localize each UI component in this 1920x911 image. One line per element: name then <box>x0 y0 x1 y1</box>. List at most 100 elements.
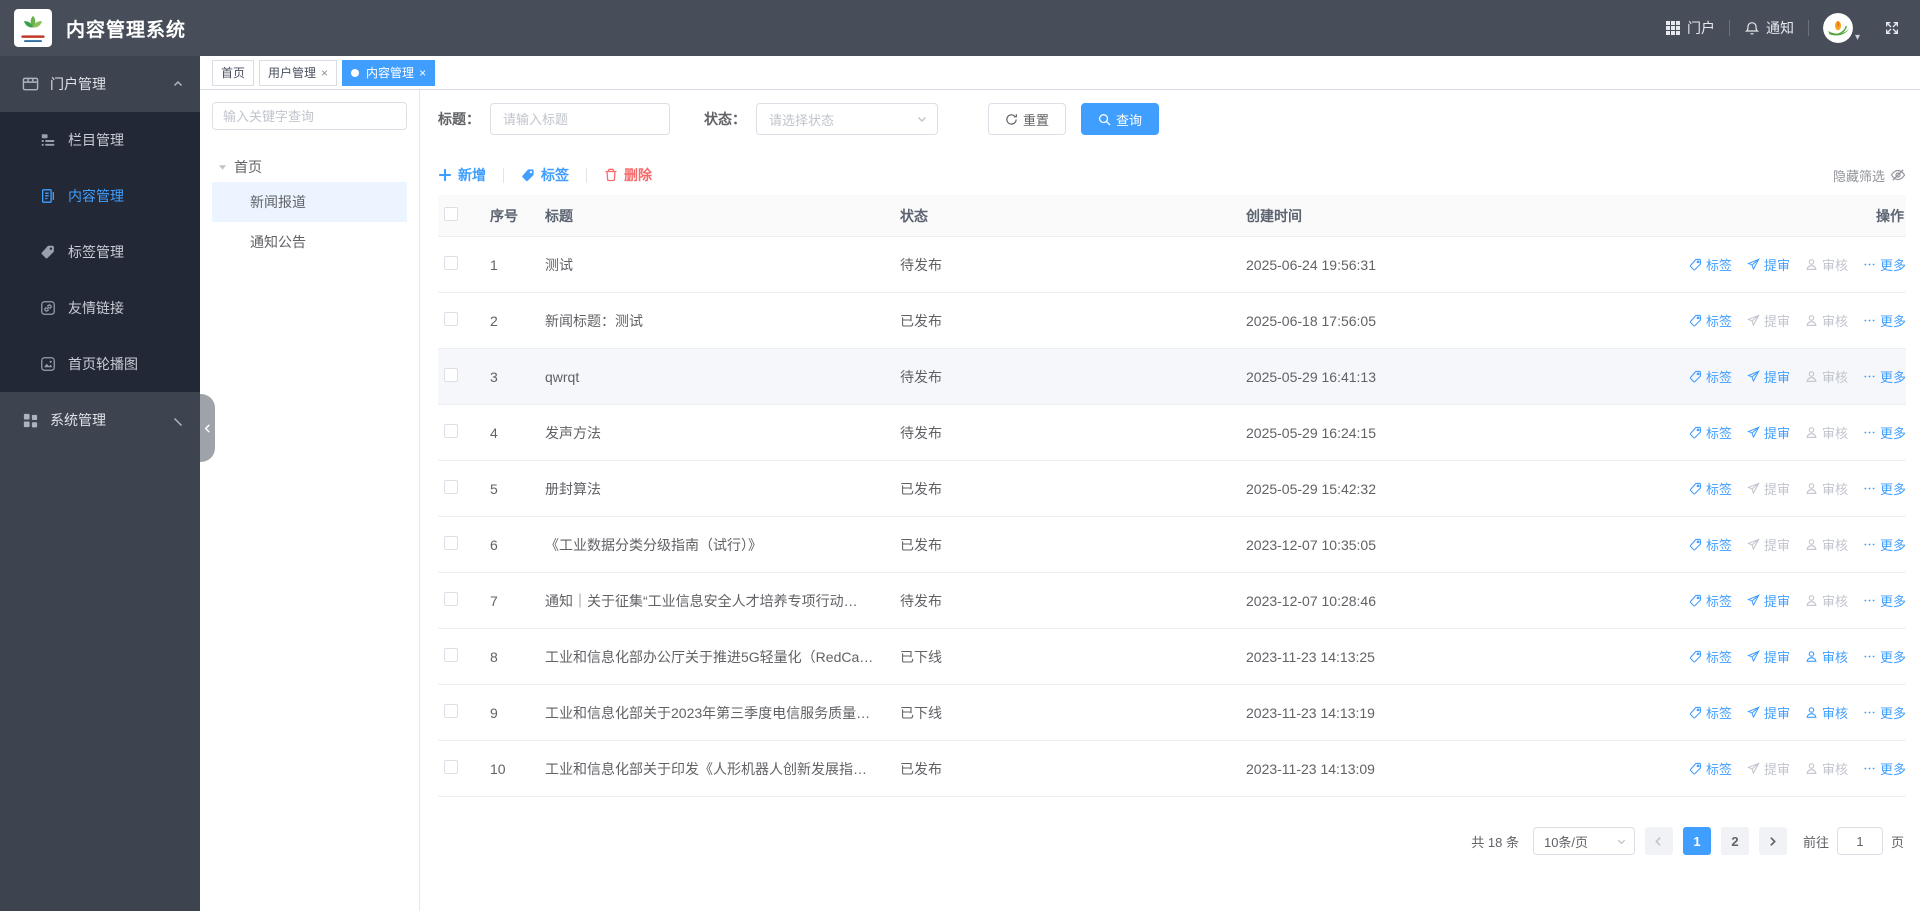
row-no: 4 <box>490 424 498 441</box>
grid-icon <box>1665 20 1681 36</box>
tag-small-icon <box>1689 314 1702 327</box>
op-more-link[interactable]: 更多 <box>1863 591 1906 610</box>
add-button[interactable]: 新增 <box>438 165 486 185</box>
category-tree: 首页 新闻报道 通知公告 <box>212 152 407 262</box>
row-checkbox[interactable] <box>444 424 458 438</box>
row-checkbox[interactable] <box>444 648 458 662</box>
row-checkbox[interactable] <box>444 256 458 270</box>
op-tag-link[interactable]: 标签 <box>1689 591 1732 610</box>
fullscreen-button[interactable] <box>1884 20 1900 36</box>
op-more-link[interactable]: 更多 <box>1863 759 1906 778</box>
op-submit-review-link[interactable]: 提审 <box>1747 423 1790 442</box>
page-button-2[interactable]: 2 <box>1720 827 1749 855</box>
delete-button[interactable]: 删除 <box>604 165 652 185</box>
tab-0[interactable]: 首页 <box>212 59 255 86</box>
sidebar-item-4[interactable]: 首页轮播图 <box>0 336 200 392</box>
goto-page-input[interactable] <box>1836 827 1883 855</box>
row-status: 已发布 <box>900 760 942 777</box>
sidebar-item-2[interactable]: 标签管理 <box>0 224 200 280</box>
col-ops: 操作 <box>1876 207 1904 224</box>
pagination: 共 18 条 10条/页 12 前往 1 页 <box>438 827 1906 855</box>
tag-button[interactable]: 标签 <box>521 165 569 185</box>
op-more-link[interactable]: 更多 <box>1863 367 1906 386</box>
page-size-select[interactable]: 10条/页 <box>1532 827 1635 855</box>
op-audit-link: 审核 <box>1805 311 1848 330</box>
op-more-link[interactable]: 更多 <box>1863 479 1906 498</box>
row-checkbox[interactable] <box>444 368 458 382</box>
op-tag-link[interactable]: 标签 <box>1689 647 1732 666</box>
sidebar-item-3[interactable]: 友情链接 <box>0 280 200 336</box>
sidebar-collapse-handle[interactable] <box>200 394 215 462</box>
op-more-link[interactable]: 更多 <box>1863 647 1906 666</box>
filter-bar: 标题： 状态： 请选择状态 <box>438 103 1906 135</box>
op-more-link[interactable]: 更多 <box>1863 311 1906 330</box>
row-title: 册封算法 <box>545 480 601 497</box>
tree-node-1[interactable]: 通知公告 <box>212 222 407 262</box>
sidebar-item-1[interactable]: 内容管理 <box>0 168 200 224</box>
op-tag-link[interactable]: 标签 <box>1689 255 1732 274</box>
op-more-link[interactable]: 更多 <box>1863 535 1906 554</box>
tab-2[interactable]: 内容管理 × <box>342 59 436 86</box>
op-tag-link[interactable]: 标签 <box>1689 535 1732 554</box>
title-filter-input[interactable] <box>490 103 670 135</box>
row-checkbox[interactable] <box>444 536 458 550</box>
notice-button[interactable]: 通知 <box>1744 18 1794 38</box>
op-submit-review-link[interactable]: 提审 <box>1747 255 1790 274</box>
row-checkbox[interactable] <box>444 704 458 718</box>
close-icon[interactable]: × <box>419 67 426 79</box>
sidebar-item-0[interactable]: 栏目管理 <box>0 112 200 168</box>
tag-small-icon <box>1689 482 1702 495</box>
op-more-link[interactable]: 更多 <box>1863 423 1906 442</box>
op-more-link[interactable]: 更多 <box>1863 703 1906 722</box>
close-icon[interactable]: × <box>321 67 328 79</box>
op-submit-review-link[interactable]: 提审 <box>1747 367 1790 386</box>
row-checkbox[interactable] <box>444 480 458 494</box>
op-tag-link[interactable]: 标签 <box>1689 479 1732 498</box>
next-page-button[interactable] <box>1758 827 1787 855</box>
op-tag-link[interactable]: 标签 <box>1689 311 1732 330</box>
sidebar-group-system[interactable]: 系统管理 <box>0 392 200 448</box>
hide-filter-button[interactable]: 隐藏筛选 <box>1833 166 1906 185</box>
tab-1[interactable]: 用户管理 × <box>259 59 338 86</box>
row-checkbox-cell <box>438 536 478 553</box>
op-submit-review-link[interactable]: 提审 <box>1747 647 1790 666</box>
op-tag-link[interactable]: 标签 <box>1689 367 1732 386</box>
tree-node-0[interactable]: 新闻报道 <box>212 182 407 222</box>
op-audit-link[interactable]: 审核 <box>1805 703 1848 722</box>
reset-button[interactable]: 重置 <box>988 103 1067 135</box>
op-audit-link-label: 审核 <box>1821 594 1848 609</box>
op-audit-link-label: 审核 <box>1821 370 1848 385</box>
page-button-1[interactable]: 1 <box>1682 827 1711 855</box>
op-tag-link[interactable]: 标签 <box>1689 703 1732 722</box>
row-checkbox[interactable] <box>444 760 458 774</box>
user-avatar-menu[interactable]: ▾ <box>1822 13 1860 43</box>
more-icon <box>1863 314 1876 327</box>
op-submit-review-link[interactable]: 提审 <box>1747 703 1790 722</box>
row-checkbox[interactable] <box>444 592 458 606</box>
op-tag-link[interactable]: 标签 <box>1689 423 1732 442</box>
prev-page-button[interactable] <box>1644 827 1673 855</box>
op-submit-review-link[interactable]: 提审 <box>1747 591 1790 610</box>
op-tag-link[interactable]: 标签 <box>1689 759 1732 778</box>
op-audit-link-label: 审核 <box>1821 482 1848 497</box>
op-more-link-label: 更多 <box>1879 314 1906 329</box>
row-checkbox-cell <box>438 368 478 385</box>
search-button[interactable]: 查询 <box>1081 103 1160 135</box>
op-more-link-label: 更多 <box>1879 650 1906 665</box>
portal-menu-button[interactable]: 门户 <box>1665 18 1715 38</box>
status-filter-select[interactable]: 请选择状态 <box>756 103 938 135</box>
op-more-link[interactable]: 更多 <box>1863 255 1906 274</box>
op-audit-link: 审核 <box>1805 479 1848 498</box>
op-audit-link[interactable]: 审核 <box>1805 647 1848 666</box>
refresh-icon <box>1005 113 1018 126</box>
row-status: 待发布 <box>900 368 942 385</box>
tree-node-root[interactable]: 首页 <box>212 152 407 182</box>
app-logo <box>14 9 52 47</box>
select-all-checkbox[interactable] <box>444 207 458 221</box>
sidebar-group-portal[interactable]: 门户管理 <box>0 56 200 112</box>
row-status: 已发布 <box>900 536 942 553</box>
tree-search-input[interactable] <box>212 102 407 130</box>
row-actions: 标签 提审 审核 更多 <box>1666 535 1906 554</box>
row-checkbox[interactable] <box>444 312 458 326</box>
op-audit-link-label: 审核 <box>1821 426 1848 441</box>
